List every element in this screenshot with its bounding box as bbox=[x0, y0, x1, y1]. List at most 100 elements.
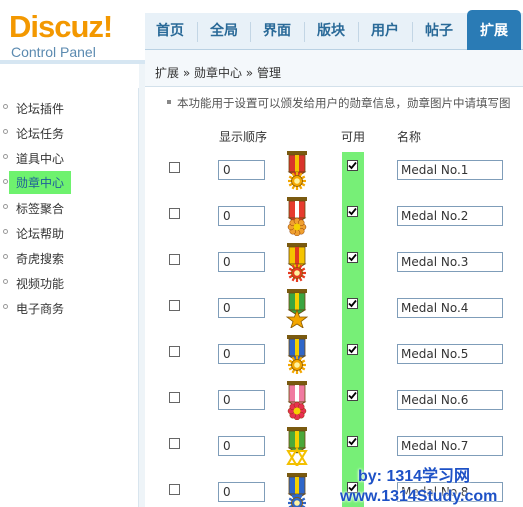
medal-icon bbox=[287, 197, 307, 236]
column-header-order: 显示顺序 bbox=[219, 130, 268, 144]
logo[interactable]: Discuz! Control Panel bbox=[0, 0, 145, 64]
logo-divider bbox=[0, 60, 145, 64]
nav-divider bbox=[304, 22, 305, 42]
checkmark-icon bbox=[348, 207, 357, 216]
medal-icon bbox=[287, 151, 307, 190]
row-select-checkbox[interactable] bbox=[169, 208, 180, 219]
medal-name-input[interactable]: Medal No.5 bbox=[397, 344, 503, 364]
nav-divider bbox=[250, 22, 251, 42]
sidebar-item-plugins[interactable]: 论坛插件 bbox=[0, 97, 139, 117]
bullet-icon bbox=[3, 304, 8, 309]
medal-icon bbox=[286, 427, 308, 466]
sidebar-item-label: 论坛任务 bbox=[16, 127, 65, 141]
sidebar-item-label: 道具中心 bbox=[16, 152, 65, 166]
sidebar-item-label: 标签聚合 bbox=[16, 202, 65, 216]
display-order-input[interactable]: 0 bbox=[218, 252, 265, 272]
table-row: 0 Medal No.5 bbox=[145, 334, 523, 380]
available-checkbox[interactable] bbox=[347, 206, 358, 217]
tab-forums[interactable]: 版块 bbox=[306, 13, 356, 50]
nav-divider bbox=[412, 22, 413, 42]
tab-users[interactable]: 用户 bbox=[360, 13, 410, 50]
row-select-checkbox[interactable] bbox=[169, 438, 180, 449]
available-checkbox[interactable] bbox=[347, 298, 358, 309]
sidebar-item-tags[interactable]: 标签聚合 bbox=[0, 197, 139, 217]
table-row: 0 Medal No.4 bbox=[145, 288, 523, 334]
sidebar-item-help[interactable]: 论坛帮助 bbox=[0, 222, 139, 242]
sidebar-item-label: 电子商务 bbox=[16, 302, 65, 316]
medal-icon bbox=[287, 243, 307, 282]
row-select-checkbox[interactable] bbox=[169, 392, 180, 403]
watermark-line-1: by: 1314学习网 bbox=[358, 468, 471, 485]
available-checkbox[interactable] bbox=[347, 390, 358, 401]
breadcrumb: 扩展 » 勋章中心 » 管理 bbox=[155, 66, 281, 80]
notice-label: 本功能用于设置可以颁发给用户的勋章信息，勋章图片中请填写图 bbox=[177, 96, 511, 110]
display-order-input[interactable]: 0 bbox=[218, 436, 265, 456]
row-select-checkbox[interactable] bbox=[169, 300, 180, 311]
bullet-icon bbox=[167, 99, 171, 104]
column-header-name: 名称 bbox=[397, 130, 422, 144]
tab-extensions[interactable]: 扩展 bbox=[467, 10, 521, 50]
logo-subtitle: Control Panel bbox=[11, 44, 96, 60]
checkmark-icon bbox=[348, 161, 357, 170]
display-order-input[interactable]: 0 bbox=[218, 390, 265, 410]
bullet-icon bbox=[3, 254, 8, 259]
medal-name-input[interactable]: Medal No.3 bbox=[397, 252, 503, 272]
table-row: 0 Medal No.6 bbox=[145, 380, 523, 426]
bullet-icon bbox=[3, 204, 8, 209]
tab-global[interactable]: 全局 bbox=[199, 13, 249, 50]
top-navigation: 首页 全局 界面 版块 用户 帖子 扩展 bbox=[145, 0, 523, 50]
display-order-input[interactable]: 0 bbox=[218, 206, 265, 226]
row-select-checkbox[interactable] bbox=[169, 254, 180, 265]
display-order-input[interactable]: 0 bbox=[218, 160, 265, 180]
nav-divider bbox=[197, 22, 198, 42]
available-checkbox[interactable] bbox=[347, 160, 358, 171]
checkmark-icon bbox=[348, 437, 357, 446]
sidebar-item-label: 论坛帮助 bbox=[16, 227, 65, 241]
checkmark-icon bbox=[348, 391, 357, 400]
notice-text: 本功能用于设置可以颁发给用户的勋章信息，勋章图片中请填写图 bbox=[167, 95, 511, 111]
table-row: 0 Medal No.1 bbox=[145, 150, 523, 196]
control-panel: Discuz! Control Panel 首页 全局 界面 版块 用户 帖子 … bbox=[0, 0, 523, 507]
sidebar-item-label: 视频功能 bbox=[16, 277, 65, 291]
watermark: by: 1314学习网 www.1314Study.com bbox=[340, 467, 523, 507]
main-content: 本功能用于设置可以颁发给用户的勋章信息，勋章图片中请填写图 显示顺序 可用 名称… bbox=[145, 88, 523, 507]
bullet-icon bbox=[3, 104, 8, 109]
medal-name-input[interactable]: Medal No.1 bbox=[397, 160, 503, 180]
medal-name-input[interactable]: Medal No.2 bbox=[397, 206, 503, 226]
display-order-input[interactable]: 0 bbox=[218, 344, 265, 364]
sidebar-item-props[interactable]: 道具中心 bbox=[0, 147, 139, 167]
available-checkbox[interactable] bbox=[347, 344, 358, 355]
sidebar-item-video[interactable]: 视频功能 bbox=[0, 272, 139, 292]
watermark-line-2: www.1314Study.com bbox=[340, 488, 498, 505]
sidebar-item-ecommerce[interactable]: 电子商务 bbox=[0, 297, 139, 317]
nav-divider bbox=[358, 22, 359, 42]
tab-home[interactable]: 首页 bbox=[145, 13, 195, 50]
available-checkbox[interactable] bbox=[347, 252, 358, 263]
medal-icon bbox=[287, 335, 307, 374]
display-order-input[interactable]: 0 bbox=[218, 482, 265, 502]
display-order-input[interactable]: 0 bbox=[218, 298, 265, 318]
logo-brand: Discuz! bbox=[9, 9, 113, 44]
tab-posts[interactable]: 帖子 bbox=[414, 13, 464, 50]
row-select-checkbox[interactable] bbox=[169, 162, 180, 173]
sidebar-item-search[interactable]: 奇虎搜索 bbox=[0, 247, 139, 267]
medal-icon bbox=[287, 473, 307, 507]
checkmark-icon bbox=[348, 299, 357, 308]
medal-name-input[interactable]: Medal No.7 bbox=[397, 436, 503, 456]
row-select-checkbox[interactable] bbox=[169, 484, 180, 495]
sidebar-item-tasks[interactable]: 论坛任务 bbox=[0, 122, 139, 142]
medal-name-input[interactable]: Medal No.4 bbox=[397, 298, 503, 318]
bullet-icon bbox=[3, 129, 8, 134]
medal-icon bbox=[287, 381, 307, 420]
checkmark-icon bbox=[348, 253, 357, 262]
sidebar: 论坛插件 论坛任务 道具中心 勋章中心 标签聚合 论坛帮助 奇虎搜索 视频功能 bbox=[0, 88, 139, 507]
bullet-icon bbox=[3, 154, 8, 159]
row-select-checkbox[interactable] bbox=[169, 346, 180, 357]
tab-interface[interactable]: 界面 bbox=[252, 13, 302, 50]
bullet-icon bbox=[3, 279, 8, 284]
bullet-icon bbox=[3, 179, 8, 184]
available-checkbox[interactable] bbox=[347, 436, 358, 447]
sidebar-item-label: 论坛插件 bbox=[16, 102, 65, 116]
medal-name-input[interactable]: Medal No.6 bbox=[397, 390, 503, 410]
sidebar-item-medals[interactable]: 勋章中心 bbox=[0, 171, 139, 194]
